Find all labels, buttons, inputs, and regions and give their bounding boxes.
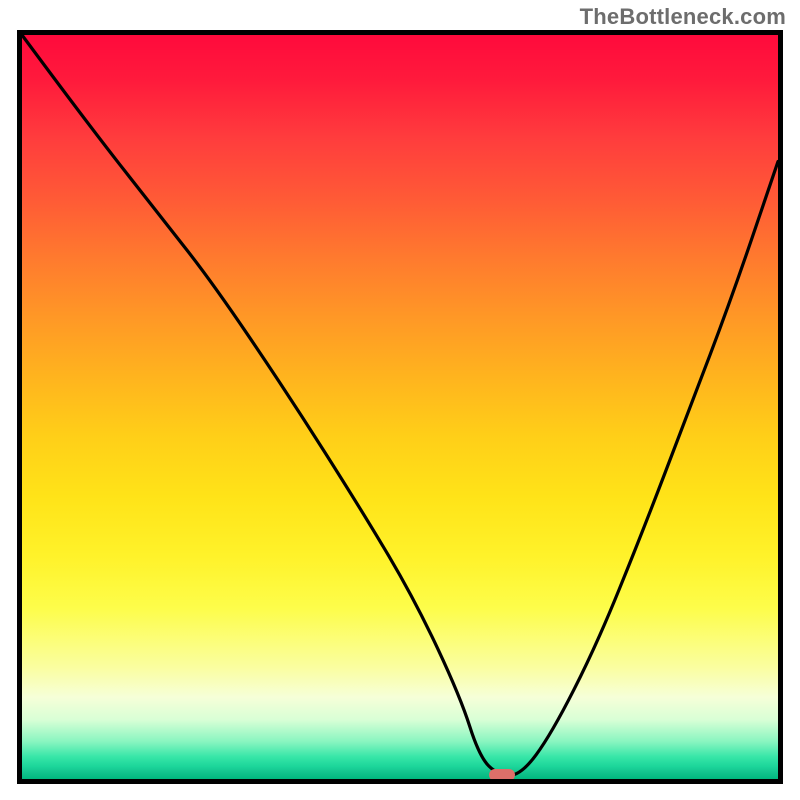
curve-svg <box>22 35 778 779</box>
minimum-marker <box>489 769 515 781</box>
bottleneck-curve <box>22 35 778 775</box>
plot-frame <box>17 30 783 784</box>
watermark-text: TheBottleneck.com <box>580 4 786 30</box>
chart-container: TheBottleneck.com <box>0 0 800 800</box>
